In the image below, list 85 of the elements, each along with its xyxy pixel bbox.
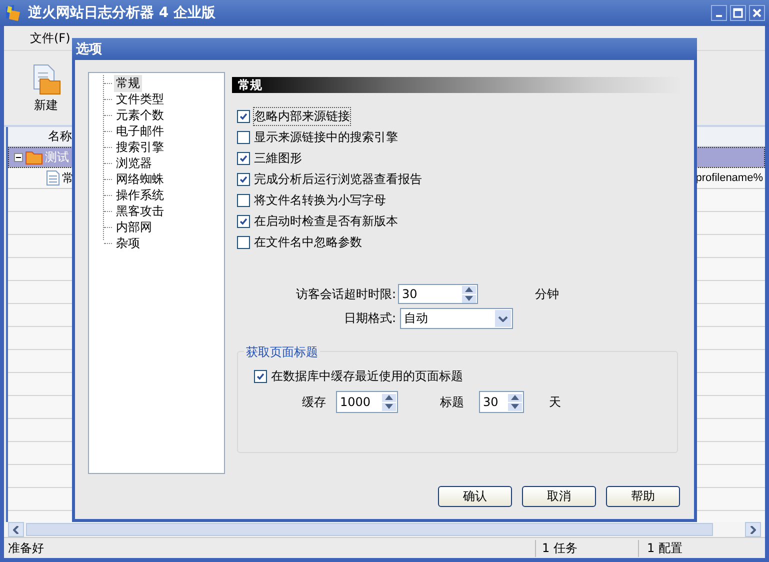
tree-item[interactable]: 搜索引擎 <box>114 138 166 156</box>
checkbox-label[interactable]: 显示来源链接中的搜索引擎 <box>253 128 399 146</box>
checkmark-icon <box>238 174 249 184</box>
checkbox-label[interactable]: 三維图形 <box>253 148 303 168</box>
spin-up-button[interactable] <box>508 394 522 402</box>
unit-label: 天 <box>549 394 561 410</box>
scrollbar-thumb[interactable] <box>26 523 713 536</box>
minimize-button[interactable] <box>711 5 727 21</box>
tree-item[interactable]: 文件类型 <box>114 90 166 108</box>
tree-item[interactable]: 操作系统 <box>114 186 166 204</box>
up-arrow-icon <box>465 287 473 292</box>
up-arrow-icon <box>385 395 393 400</box>
status-text: 1 配置 <box>638 540 765 556</box>
close-button[interactable] <box>749 5 765 21</box>
toolbar-button[interactable]: 新建 <box>24 58 68 118</box>
checkbox-label[interactable]: 将文件名转换为小写字母 <box>253 190 387 210</box>
menu-item[interactable]: 文件(F) <box>30 30 70 46</box>
checkmark-icon <box>238 110 249 122</box>
window-title: 逆火网站日志分析器 4 企业版 <box>28 4 216 22</box>
spin-up-button[interactable] <box>382 394 396 402</box>
checkbox-label[interactable]: 完成分析后运行浏览器查看报告 <box>253 170 423 188</box>
spin-field[interactable]: 30 <box>398 284 478 304</box>
field-label: 缓存 <box>302 394 326 410</box>
checkbox[interactable] <box>237 130 250 144</box>
app-logo-icon <box>4 4 22 22</box>
maximize-icon <box>733 8 743 18</box>
spin-down-button[interactable] <box>462 294 476 302</box>
close-icon <box>752 8 762 18</box>
dialog-button[interactable]: 取消 <box>522 486 596 507</box>
table-cell-text: profilename% <box>696 172 764 184</box>
checkbox[interactable] <box>254 370 267 382</box>
folder-icon <box>25 149 43 165</box>
field-label: 日期格式: <box>342 310 397 327</box>
tree-item[interactable]: 元素个数 <box>114 106 166 124</box>
spin-field[interactable]: 30 <box>479 391 524 413</box>
maximize-button[interactable] <box>730 5 746 21</box>
tree-item[interactable]: 电子邮件 <box>114 122 166 140</box>
checkmark-icon <box>255 370 266 382</box>
spin-down-button[interactable] <box>508 402 522 410</box>
checkbox-label[interactable]: 在启动时检查是否有新版本 <box>253 212 399 230</box>
up-arrow-icon <box>511 395 519 400</box>
tree-label: 常 <box>62 170 74 186</box>
category-tree[interactable]: 常规 文件类型 元素个数 电子邮件 搜索引擎 浏览器 网络蜘蛛 操作系统 黑客攻击 内部网 杂项 <box>88 72 225 474</box>
unit-label: 分钟 <box>534 286 560 302</box>
checkbox[interactable] <box>237 172 250 186</box>
down-arrow-icon <box>465 296 473 301</box>
tree-item[interactable]: 网络蜘蛛 <box>114 170 166 188</box>
tree-item[interactable]: 浏览器 <box>114 154 154 172</box>
dialog-title: 选项 <box>72 38 697 60</box>
checkbox-label[interactable]: 在文件名中忽略参数 <box>253 232 363 252</box>
checkbox[interactable] <box>237 214 250 228</box>
tree-item[interactable]: 黑客攻击 <box>114 202 166 220</box>
dropdown[interactable]: 自动 <box>400 308 513 329</box>
tree-item[interactable]: 常规 <box>114 74 142 92</box>
status-text: 准备好 <box>7 540 45 556</box>
checkbox[interactable] <box>237 236 250 248</box>
checkmark-icon <box>238 152 249 164</box>
down-arrow-icon <box>511 404 519 409</box>
spin-up-button[interactable] <box>462 286 476 294</box>
tree-label: 测试 <box>45 148 69 166</box>
tree-item[interactable]: 杂项 <box>114 234 142 252</box>
scroll-left-button[interactable] <box>8 522 24 537</box>
field-label: 访客会话超时时限: <box>294 286 397 302</box>
chevron-down-icon <box>498 316 508 322</box>
scroll-right-button[interactable] <box>745 522 761 537</box>
dropdown-button[interactable] <box>495 310 511 327</box>
dialog-button[interactable]: 帮助 <box>606 486 680 507</box>
checkbox[interactable] <box>237 152 250 164</box>
spin-down-button[interactable] <box>382 402 396 410</box>
horizontal-scrollbar[interactable] <box>4 522 765 537</box>
group-title: 获取页面标题 <box>244 344 320 361</box>
down-arrow-icon <box>385 404 393 409</box>
status-text: 1 任务 <box>535 540 638 556</box>
checkbox[interactable] <box>237 110 250 122</box>
checkmark-icon <box>238 216 249 226</box>
collapse-icon[interactable] <box>14 152 23 162</box>
spin-field[interactable]: 1000 <box>336 391 398 413</box>
dialog-button[interactable]: 确认 <box>438 486 512 507</box>
field-label: 标题 <box>440 394 464 410</box>
document-icon <box>46 170 60 186</box>
minimize-icon <box>716 15 722 17</box>
checkbox-label[interactable]: 在数据库中缓存最近使用的页面标题 <box>270 366 464 386</box>
checkbox[interactable] <box>237 194 250 206</box>
checkbox-label[interactable]: 忽略内部来源链接 <box>253 106 351 126</box>
tree-item[interactable]: 内部网 <box>114 218 154 236</box>
